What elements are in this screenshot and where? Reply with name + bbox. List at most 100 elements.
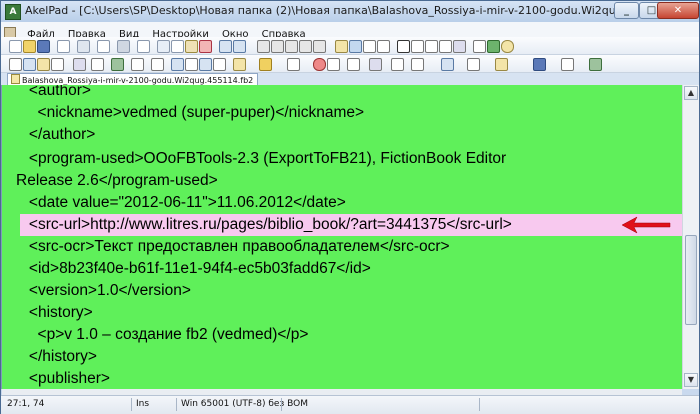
case-icon[interactable]: [131, 58, 144, 71]
replace-icon[interactable]: [299, 40, 312, 53]
stop-icon[interactable]: [313, 58, 326, 71]
undo-icon[interactable]: [219, 40, 232, 53]
line-numbers-icon[interactable]: [151, 58, 164, 71]
print-icon[interactable]: [57, 40, 70, 53]
read-only-icon[interactable]: [397, 40, 410, 53]
column-icon[interactable]: [439, 40, 452, 53]
compare-icon[interactable]: [441, 58, 454, 71]
editor-line: <src-ocr>Текст предоставлен правообладат…: [16, 238, 450, 255]
editor-line: <nickname>vedmed (super-puper)</nickname…: [16, 104, 365, 121]
spell-check-icon[interactable]: [111, 58, 124, 71]
paste-icon[interactable]: [185, 40, 198, 53]
align-icon[interactable]: [377, 40, 390, 53]
editor-line: <src-url>http://www.litres.ru/pages/bibl…: [16, 216, 512, 233]
document-icon[interactable]: [97, 40, 110, 53]
editor-line: Release 2.6</program-used>: [16, 172, 218, 189]
editor-line: <id>8b23f40e-b61f-11e1-94f4-ec5b03fadd67…: [16, 260, 371, 277]
scroll-up-button[interactable]: ▲: [684, 86, 698, 100]
cursor-position: 27:1, 74: [7, 399, 45, 409]
bookmark-icon[interactable]: [213, 58, 226, 71]
copy-icon[interactable]: [171, 40, 184, 53]
encoding-icon[interactable]: [91, 58, 104, 71]
akelpad-app-icon: A: [5, 4, 21, 20]
plugin-toolbar: [1, 55, 699, 73]
page-setup-icon[interactable]: [77, 40, 90, 53]
status-divider: [479, 398, 480, 411]
font-icon[interactable]: [335, 40, 348, 53]
editor-line: <version>1.0</version>: [16, 282, 191, 299]
duplicate-icon[interactable]: [137, 40, 150, 53]
word-count-icon[interactable]: [391, 58, 404, 71]
clipboard-icon[interactable]: [287, 58, 300, 71]
main-toolbar: [1, 37, 699, 55]
goto-icon[interactable]: [313, 40, 326, 53]
calc-icon[interactable]: [467, 58, 480, 71]
scroll-down-button[interactable]: ▼: [684, 373, 698, 387]
app-window: A AkelPad - [C:\Users\SP\Desktop\Новая п…: [0, 0, 700, 414]
status-divider: [131, 398, 132, 411]
macro-record-icon[interactable]: [171, 58, 184, 71]
explorer-icon[interactable]: [327, 58, 340, 71]
templates-icon[interactable]: [495, 58, 508, 71]
insert-mode[interactable]: Ins: [136, 399, 149, 409]
close-icon: ✕: [673, 5, 683, 16]
status-bar: 27:1, 74 Ins Win 65001 (UTF-8) без BOM: [1, 395, 699, 414]
text-editor[interactable]: <author> <nickname>vedmed (super-puper)<…: [2, 85, 682, 389]
delete-icon[interactable]: [199, 40, 212, 53]
scroll-thumb[interactable]: [685, 235, 697, 325]
coder-icon[interactable]: [73, 58, 86, 71]
hex-view-icon[interactable]: [369, 58, 382, 71]
title-bar: A AkelPad - [C:\Users\SP\Desktop\Новая п…: [1, 1, 699, 22]
vertical-scrollbar[interactable]: ▲ ▼: [682, 85, 699, 389]
edit-mode-icon[interactable]: [453, 40, 466, 53]
editor-line: <program-used>OOoFBTools-2.3 (ExportToFB…: [16, 150, 507, 167]
tab-label: Balashova_Rossiya-i-mir-v-2100-godu.Wi2q…: [22, 76, 254, 85]
scripts-icon[interactable]: [199, 58, 212, 71]
menu-bar: Файл Правка Вид Настройки Окно Справка: [1, 22, 699, 40]
indent-icon[interactable]: [23, 58, 36, 71]
color-icon[interactable]: [349, 40, 362, 53]
editor-line: </author>: [16, 126, 96, 143]
toolbar-options-icon[interactable]: [533, 58, 546, 71]
word-wrap-icon[interactable]: [411, 40, 424, 53]
new-file-icon[interactable]: [9, 40, 22, 53]
cut-icon[interactable]: [157, 40, 170, 53]
options-icon[interactable]: [473, 40, 486, 53]
comment-icon[interactable]: [9, 58, 22, 71]
sessions-icon[interactable]: [347, 58, 360, 71]
editor-line: <publisher>: [16, 370, 110, 387]
close-button[interactable]: ✕: [657, 2, 699, 19]
more-tools-icon[interactable]: [561, 58, 574, 71]
editor-line: <date value="2012-06-11">11.06.2012</dat…: [16, 194, 346, 211]
status-divider: [281, 398, 282, 411]
redo-icon[interactable]: [233, 40, 246, 53]
minimize-button[interactable]: _: [614, 2, 639, 19]
info-icon[interactable]: [501, 40, 514, 53]
file-icon: [11, 74, 20, 84]
highlight-icon[interactable]: [37, 58, 50, 71]
star-icon[interactable]: [259, 58, 272, 71]
split-window-icon[interactable]: [425, 40, 438, 53]
copy-file-icon[interactable]: [117, 40, 130, 53]
find-prev-icon[interactable]: [285, 40, 298, 53]
maximize-icon: □: [646, 5, 657, 16]
find-next-icon[interactable]: [271, 40, 284, 53]
red-left-arrow-icon: [621, 216, 671, 234]
find-icon[interactable]: [257, 40, 270, 53]
editor-line: <p>v 1.0 – создание fb2 (vedmed)</p>: [16, 326, 309, 343]
macro-play-icon[interactable]: [185, 58, 198, 71]
tab-document[interactable]: Balashova_Rossiya-i-mir-v-2100-godu.Wi2q…: [7, 73, 259, 85]
save-icon[interactable]: [37, 40, 50, 53]
encoding-status[interactable]: Win 65001 (UTF-8) без BOM: [181, 399, 308, 409]
minimize-icon: _: [624, 5, 629, 16]
open-folder-icon[interactable]: [23, 40, 36, 53]
sort-icon[interactable]: [51, 58, 64, 71]
extra-tool-icon[interactable]: [589, 58, 602, 71]
plugin-run-icon[interactable]: [487, 40, 500, 53]
lines-icon[interactable]: [411, 58, 424, 71]
editor-line: <author>: [16, 85, 91, 99]
status-divider: [176, 398, 177, 411]
tab-stop-icon[interactable]: [363, 40, 376, 53]
favorites-icon[interactable]: [233, 58, 246, 71]
editor-line: <history>: [16, 304, 93, 321]
